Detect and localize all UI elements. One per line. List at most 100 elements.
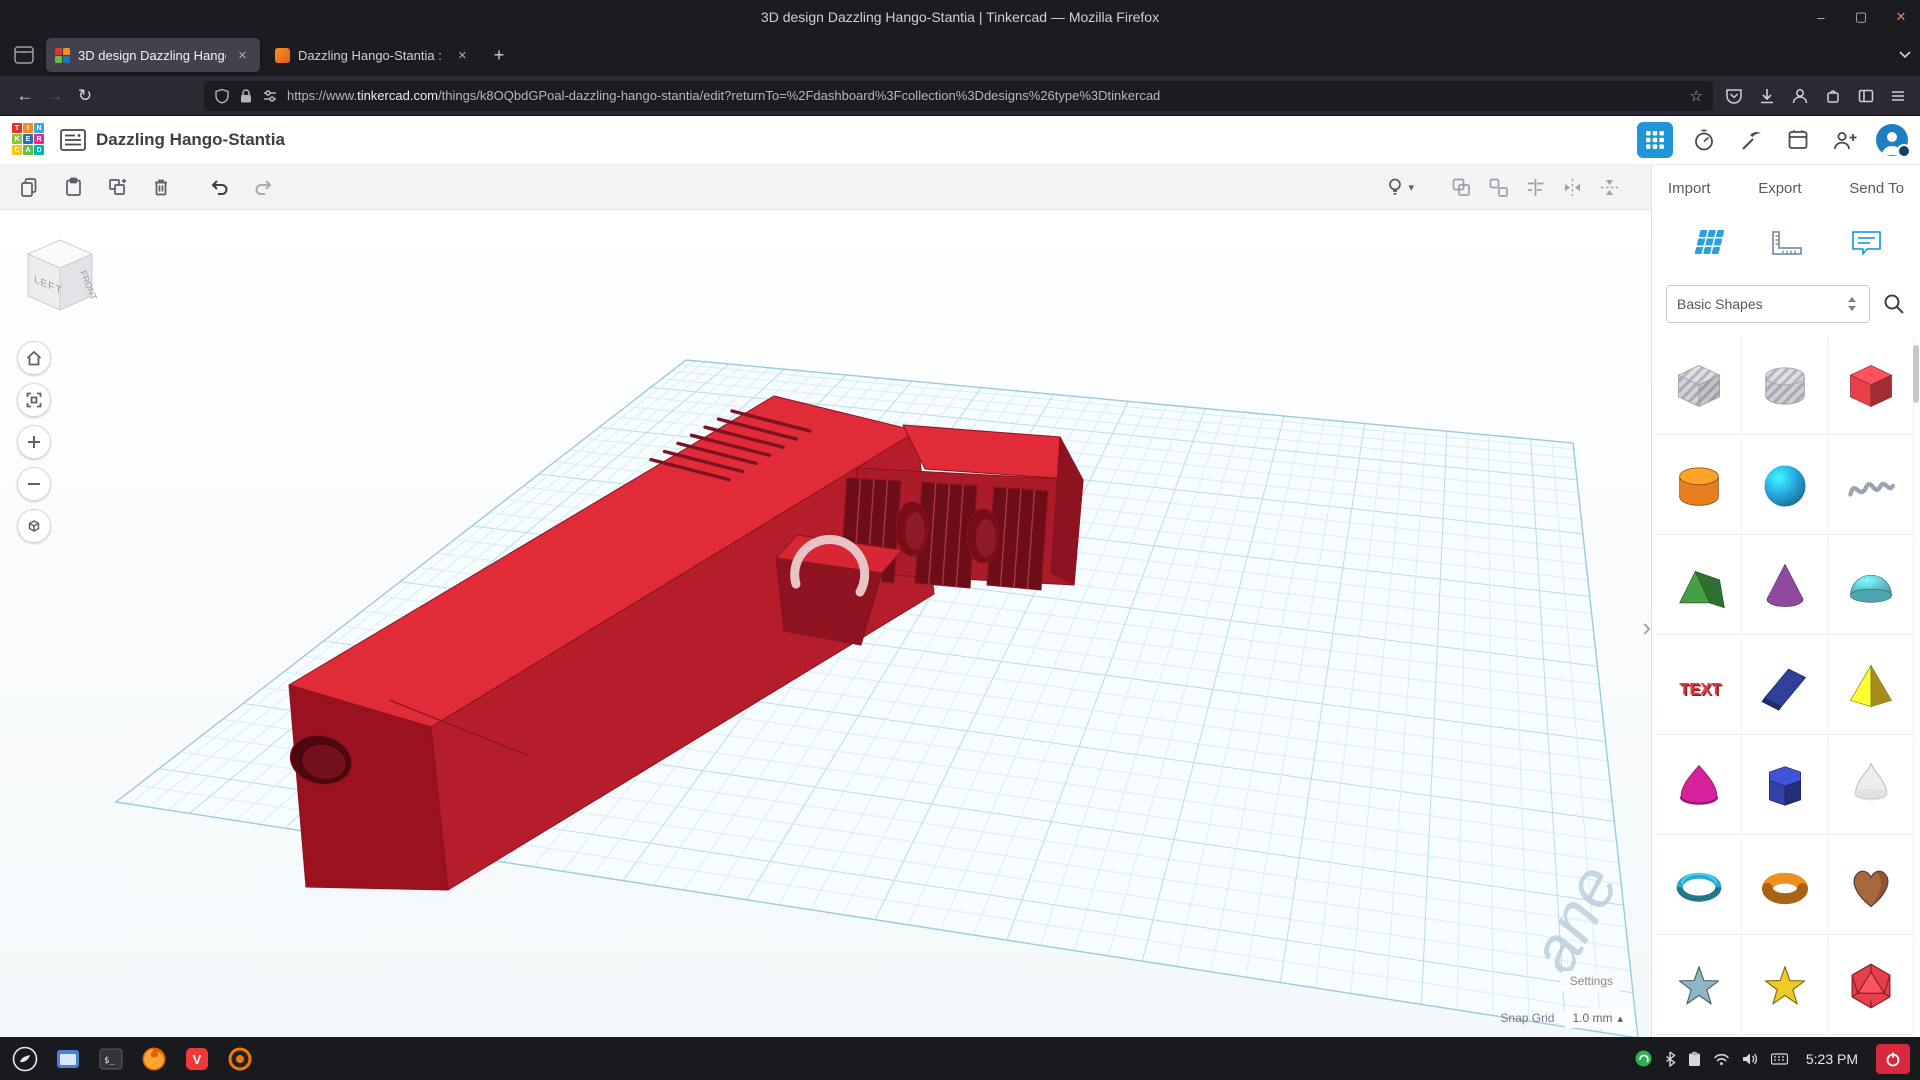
shield-icon[interactable] bbox=[214, 88, 230, 104]
list-all-tabs-icon[interactable] bbox=[1898, 50, 1912, 60]
view-cube[interactable]: LEFT FRONT bbox=[20, 234, 100, 320]
undo-icon[interactable] bbox=[202, 170, 236, 204]
perspective-icon[interactable] bbox=[17, 509, 51, 543]
zoom-out-icon[interactable] bbox=[17, 467, 51, 501]
ruler-icon[interactable] bbox=[1769, 228, 1805, 258]
close-icon[interactable]: ✕ bbox=[1892, 8, 1910, 26]
design-menu-icon[interactable] bbox=[60, 129, 86, 151]
flip-v-icon[interactable] bbox=[1598, 176, 1621, 199]
clipboard-icon[interactable] bbox=[1688, 1051, 1701, 1067]
bookmark-star-icon[interactable]: ☆ bbox=[1690, 87, 1703, 105]
menu-icon[interactable] bbox=[1890, 88, 1906, 104]
lock-icon[interactable] bbox=[239, 88, 253, 104]
home-icon[interactable] bbox=[17, 341, 51, 375]
shape-cone[interactable] bbox=[1742, 537, 1828, 635]
copy-icon[interactable] bbox=[12, 170, 46, 204]
browser-icon[interactable] bbox=[225, 1044, 255, 1074]
align-icon[interactable] bbox=[1524, 176, 1547, 199]
light-icon[interactable] bbox=[1384, 176, 1406, 198]
back-icon[interactable]: ← bbox=[10, 81, 40, 111]
shape-polygon[interactable] bbox=[1742, 737, 1828, 835]
shape-icosahedron[interactable] bbox=[1828, 937, 1914, 1035]
gauge-icon[interactable] bbox=[1688, 124, 1720, 156]
shape-tube[interactable] bbox=[1656, 837, 1742, 935]
pocket-icon[interactable] bbox=[1725, 87, 1743, 105]
tab-close-icon[interactable]: ✕ bbox=[234, 47, 251, 64]
export-button[interactable]: Export bbox=[1758, 180, 1801, 197]
shape-soft-cone[interactable] bbox=[1828, 737, 1914, 835]
send-to-button[interactable]: Send To bbox=[1849, 180, 1904, 197]
shape-sphere[interactable] bbox=[1742, 437, 1828, 535]
paste-icon[interactable] bbox=[56, 170, 90, 204]
fit-view-icon[interactable] bbox=[17, 383, 51, 417]
reload-icon[interactable]: ↻ bbox=[70, 81, 100, 111]
delete-icon[interactable] bbox=[144, 170, 178, 204]
firefox-view-icon[interactable] bbox=[8, 40, 40, 70]
shape-wedge[interactable] bbox=[1742, 637, 1828, 735]
shape-scribble[interactable] bbox=[1828, 437, 1914, 535]
shape-half-sphere[interactable] bbox=[1828, 537, 1914, 635]
panel-scrollbar[interactable] bbox=[1913, 345, 1919, 403]
minimize-icon[interactable]: – bbox=[1812, 8, 1830, 26]
shape-heart[interactable] bbox=[1828, 837, 1914, 935]
zoom-in-icon[interactable] bbox=[17, 425, 51, 459]
tinkercad-logo[interactable]: TINKERCAD bbox=[12, 123, 46, 157]
shape-text[interactable]: TEXTTEXT bbox=[1656, 637, 1742, 735]
avatar[interactable] bbox=[1876, 124, 1908, 156]
3d-viewport[interactable]: ane bbox=[0, 210, 1651, 1037]
status-icon[interactable] bbox=[1635, 1050, 1652, 1067]
shape-paraboloid[interactable] bbox=[1656, 737, 1742, 835]
shape-hole-cylinder[interactable] bbox=[1742, 337, 1828, 435]
power-icon[interactable] bbox=[1876, 1044, 1910, 1074]
duplicate-icon[interactable] bbox=[100, 170, 134, 204]
grid-settings-button[interactable]: Settings bbox=[1561, 971, 1622, 991]
apps-grid-icon[interactable] bbox=[1637, 122, 1673, 158]
wifi-icon[interactable] bbox=[1713, 1052, 1730, 1066]
tab-close-icon[interactable]: ✕ bbox=[454, 47, 471, 64]
shape-category-select[interactable]: Basic Shapes bbox=[1666, 285, 1870, 323]
shape-star[interactable] bbox=[1742, 937, 1828, 1035]
files-icon[interactable] bbox=[53, 1044, 83, 1074]
forward-icon[interactable]: → bbox=[40, 81, 70, 111]
url-bar[interactable]: https://www.tinkercad.com/things/k8OQbdG… bbox=[204, 81, 1713, 111]
workplane-icon[interactable] bbox=[1688, 228, 1724, 258]
permissions-icon[interactable] bbox=[262, 89, 278, 103]
tools-icon[interactable] bbox=[1735, 124, 1767, 156]
shape-box[interactable] bbox=[1828, 337, 1914, 435]
invite-icon[interactable] bbox=[1829, 124, 1861, 156]
import-button[interactable]: Import bbox=[1668, 180, 1711, 197]
search-icon[interactable] bbox=[1882, 292, 1906, 316]
tab-editor[interactable]: Dazzling Hango-Stantia : Ed ✕ bbox=[266, 38, 480, 72]
light-dropdown-icon[interactable]: ▾ bbox=[1408, 181, 1414, 194]
snap-grid-select[interactable]: 1.0 mm▴ bbox=[1564, 1008, 1631, 1028]
redo-icon[interactable] bbox=[246, 170, 280, 204]
sidebar-icon[interactable] bbox=[1857, 87, 1875, 105]
flip-h-icon[interactable] bbox=[1561, 176, 1584, 199]
shape-torus[interactable] bbox=[1742, 837, 1828, 935]
extensions-icon[interactable] bbox=[1824, 87, 1842, 105]
3d-canvas[interactable]: ane bbox=[0, 210, 1651, 1037]
notes-icon[interactable] bbox=[1850, 228, 1884, 258]
group-icon[interactable] bbox=[1450, 176, 1473, 199]
design-title[interactable]: Dazzling Hango-Stantia bbox=[96, 130, 285, 150]
firefox-icon[interactable] bbox=[139, 1044, 169, 1074]
panel-collapse-icon[interactable]: › bbox=[1642, 614, 1651, 640]
learning-icon[interactable] bbox=[1782, 124, 1814, 156]
vivaldi-icon[interactable]: V bbox=[182, 1044, 212, 1074]
tab-3d-design[interactable]: 3D design Dazzling Hango- ✕ bbox=[46, 38, 260, 72]
shape-star-blue[interactable] bbox=[1656, 937, 1742, 1035]
new-tab-button[interactable]: + bbox=[484, 40, 514, 70]
terminal-icon[interactable]: $_ bbox=[96, 1044, 126, 1074]
app-menu-icon[interactable] bbox=[10, 1044, 40, 1074]
bluetooth-icon[interactable] bbox=[1664, 1051, 1676, 1067]
shape-pyramid[interactable] bbox=[1828, 637, 1914, 735]
shape-roof[interactable] bbox=[1656, 537, 1742, 635]
downloads-icon[interactable] bbox=[1758, 87, 1776, 105]
taskbar-clock[interactable]: 5:23 PM bbox=[1806, 1051, 1858, 1067]
shape-cylinder[interactable] bbox=[1656, 437, 1742, 535]
volume-icon[interactable] bbox=[1742, 1052, 1759, 1066]
maximize-icon[interactable]: ▢ bbox=[1852, 8, 1870, 26]
account-icon[interactable] bbox=[1791, 87, 1809, 105]
keyboard-icon[interactable] bbox=[1771, 1053, 1788, 1065]
shape-hole-box[interactable] bbox=[1656, 337, 1742, 435]
